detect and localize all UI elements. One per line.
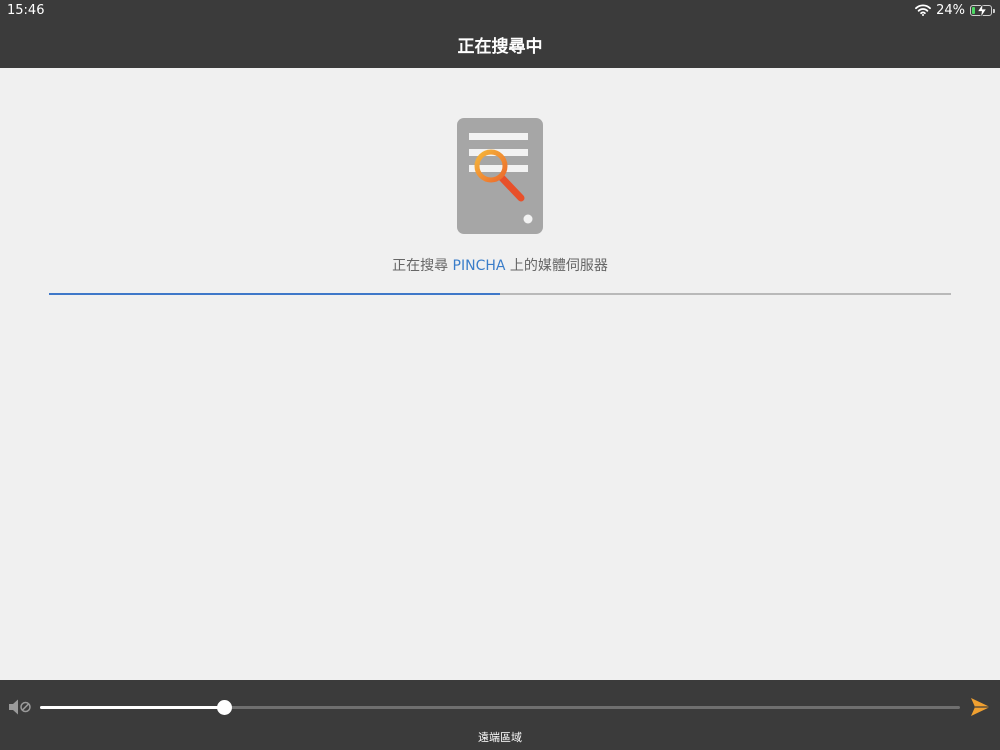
status-time: 15:46 <box>7 3 45 18</box>
charging-bolt-icon <box>976 2 988 18</box>
search-progress-fill <box>49 293 500 295</box>
battery-cap <box>993 8 995 13</box>
send-arrow-icon[interactable] <box>969 696 991 718</box>
battery-level-fill <box>972 6 975 14</box>
volume-slider[interactable] <box>40 700 960 715</box>
document-search-icon <box>457 118 543 234</box>
status-indicators: 24% <box>915 2 995 18</box>
top-header: 15:46 24% 正在搜尋中 <box>0 0 1000 68</box>
zone-label[interactable]: 遠端區域 <box>0 729 1000 745</box>
search-text-prefix: 正在搜尋 <box>392 258 453 274</box>
app-screen: 15:46 24% 正在搜尋中 正在搜尋 PINCHA 上的媒體伺服器 遠端區域 <box>0 0 1000 750</box>
search-host-name: PINCHA <box>452 258 506 274</box>
speaker-muted-icon[interactable] <box>8 698 32 716</box>
search-progress-bar <box>49 293 951 295</box>
battery-percent: 24% <box>936 2 965 18</box>
search-text-suffix: 上的媒體伺服器 <box>505 258 608 274</box>
wifi-icon <box>915 4 931 16</box>
search-status-text: 正在搜尋 PINCHA 上的媒體伺服器 <box>0 255 1000 275</box>
volume-slider-thumb[interactable] <box>217 700 232 715</box>
battery-charging-icon <box>970 2 995 18</box>
volume-slider-fill <box>40 706 224 709</box>
bottom-control-bar: 遠端區域 <box>0 680 1000 750</box>
page-title: 正在搜尋中 <box>457 37 543 57</box>
